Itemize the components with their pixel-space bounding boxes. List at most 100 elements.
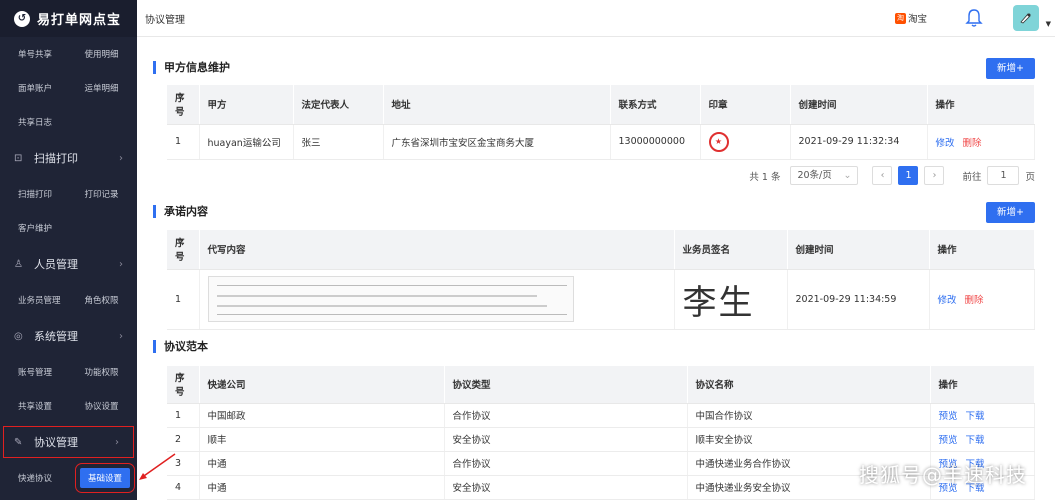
col-name: 协议名称: [687, 366, 931, 404]
section-title-promise: 承诺内容: [153, 205, 208, 218]
col-type: 协议类型: [444, 366, 688, 404]
page-button[interactable]: 1: [898, 166, 919, 185]
page-size-value: 20条/页: [797, 170, 832, 181]
sidebar-item-permission[interactable]: 功能权限: [71, 366, 138, 378]
signature-image: 李生: [682, 282, 755, 323]
pager-total: 共 1 条: [749, 171, 781, 183]
sidebar-item-number-share[interactable]: 单号共享: [0, 48, 71, 60]
page-size-select[interactable]: 20条/页 ⌄: [790, 166, 859, 185]
sidebar-group-label: 系统管理: [34, 330, 78, 343]
sidebar-group-protocol[interactable]: ✎ 协议管理 ›: [3, 426, 134, 458]
col-party: 甲方: [199, 85, 294, 125]
col-phone: 联系方式: [610, 85, 701, 125]
sidebar-item-basic-settings[interactable]: 基础设置: [74, 463, 136, 493]
add-promise-button[interactable]: 新增+: [986, 202, 1035, 223]
download-link[interactable]: 下载: [966, 411, 985, 422]
cell-seq: 2: [167, 427, 200, 452]
sidebar: ↺ 易打单网点宝 单号共享 使用明细 面单账户 运单明细 共享日志 ⊡ 扫描打印…: [0, 0, 137, 500]
next-page-button[interactable]: ›: [924, 166, 945, 185]
col-seq: 序号: [167, 85, 200, 125]
sidebar-item-protocol-settings[interactable]: 协议设置: [71, 400, 138, 412]
cell-stamp: ★: [700, 124, 791, 160]
cell-created: 2021-09-29 11:34:59: [787, 269, 930, 330]
cell-created: 2021-09-29 11:32:34: [790, 124, 928, 160]
chevron-right-icon: ›: [119, 330, 123, 342]
taobao-icon: 淘: [894, 12, 906, 24]
cell-seq: 1: [167, 124, 200, 160]
col-created: 创建时间: [787, 230, 930, 270]
watermark: 搜狐号@丰速科技: [859, 463, 1027, 487]
sidebar-group-staff[interactable]: ♙ 人员管理 ›: [0, 245, 137, 283]
sidebar-group-system[interactable]: ◎ 系统管理 ›: [0, 317, 137, 355]
cell-type: 合作协议: [444, 451, 688, 476]
sidebar-item-role[interactable]: 角色权限: [71, 294, 138, 306]
cell-content: [199, 269, 675, 330]
avatar-image-icon: [1020, 13, 1031, 24]
sidebar-row: 扫描打印 打印记录: [0, 177, 137, 211]
sidebar-row: 单号共享 使用明细: [0, 37, 137, 71]
caret-down-icon[interactable]: ▼: [1046, 20, 1051, 28]
sidebar-item-print-record[interactable]: 打印记录: [71, 188, 138, 200]
sidebar-item-share-log[interactable]: 共享日志: [0, 116, 137, 128]
gear-icon: ◎: [14, 330, 23, 342]
sidebar-group-scan[interactable]: ⊡ 扫描打印 ›: [0, 139, 137, 177]
col-signature: 业务员签名: [674, 230, 788, 270]
pagination: 共 1 条 20条/页 ⌄ ‹ 1 › 前往 1 页: [749, 166, 1035, 185]
col-seq: 序号: [167, 230, 200, 270]
chevron-right-icon: ›: [119, 152, 123, 164]
chevron-right-icon: ›: [115, 436, 119, 448]
download-link[interactable]: 下载: [966, 435, 985, 446]
bell-icon[interactable]: [965, 8, 983, 28]
app-title: 易打单网点宝: [37, 13, 122, 28]
avatar[interactable]: [1013, 5, 1039, 31]
sidebar-group-label: 扫描打印: [34, 152, 78, 165]
cell-name: 顺丰安全协议: [687, 427, 931, 452]
sidebar-item-scan-print[interactable]: 扫描打印: [0, 188, 71, 200]
preview-link[interactable]: 预览: [939, 411, 958, 422]
sidebar-item-waybill-account[interactable]: 面单账户: [0, 82, 71, 94]
cell-seq: 1: [167, 269, 200, 330]
cell-phone: 13000000000: [610, 124, 701, 160]
sidebar-item-usage-detail[interactable]: 使用明细: [71, 48, 138, 60]
delete-link[interactable]: 删除: [963, 138, 982, 149]
col-actions: 操作: [929, 230, 1035, 270]
taobao-link[interactable]: 淘 淘宝: [894, 11, 927, 25]
edit-link[interactable]: 修改: [938, 295, 957, 306]
col-stamp: 印章: [700, 85, 791, 125]
sidebar-row: 共享日志: [0, 105, 137, 139]
app-logo[interactable]: ↺ 易打单网点宝: [0, 0, 137, 37]
add-party-button[interactable]: 新增+: [986, 58, 1035, 79]
sidebar-item-express-protocol[interactable]: 快递协议: [0, 472, 80, 484]
cell-actions: 预览 下载: [930, 403, 1035, 428]
preview-link[interactable]: 预览: [939, 435, 958, 446]
col-company: 快递公司: [199, 366, 445, 404]
cell-company: 中通: [199, 475, 445, 500]
annotation-arrow: [139, 453, 176, 480]
sidebar-row: 共享设置 协议设置: [0, 389, 137, 423]
goto-input[interactable]: 1: [987, 166, 1020, 185]
delete-link[interactable]: 删除: [965, 295, 984, 306]
prev-page-button[interactable]: ‹: [872, 166, 893, 185]
cell-company: 中通: [199, 451, 445, 476]
taobao-label: 淘宝: [907, 14, 927, 25]
page-unit-label: 页: [1025, 171, 1035, 183]
sidebar-item-account[interactable]: 账号管理: [0, 366, 71, 378]
sidebar-row: 面单账户 运单明细: [0, 71, 137, 105]
sidebar-item-salesman[interactable]: 业务员管理: [0, 294, 71, 306]
main-content: 甲方信息维护 新增+ 序号 甲方 法定代表人 地址 联系方式 印章 创建时间 操…: [137, 37, 1055, 500]
sidebar-item-waybill-detail[interactable]: 运单明细: [71, 82, 138, 94]
sidebar-item-share-settings[interactable]: 共享设置: [0, 400, 71, 412]
sidebar-row: 业务员管理 角色权限: [0, 283, 137, 317]
scan-icon: ⊡: [14, 152, 23, 164]
cell-actions: 修改 删除: [929, 269, 1035, 330]
party-table: 序号 甲方 法定代表人 地址 联系方式 印章 创建时间 操作 1 huayan运…: [167, 85, 1035, 160]
sidebar-group-label: 协议管理: [34, 436, 78, 449]
edit-link[interactable]: 修改: [936, 138, 955, 149]
table-row: 2 顺丰 安全协议 顺丰安全协议 预览 下载: [167, 427, 1035, 452]
user-icon: ♙: [14, 258, 23, 270]
sidebar-item-customer[interactable]: 客户维护: [0, 222, 137, 234]
content-thumbnail: [207, 276, 574, 322]
stamp-image: ★: [708, 131, 729, 152]
col-seq: 序号: [167, 366, 200, 404]
cell-type: 合作协议: [444, 403, 688, 428]
